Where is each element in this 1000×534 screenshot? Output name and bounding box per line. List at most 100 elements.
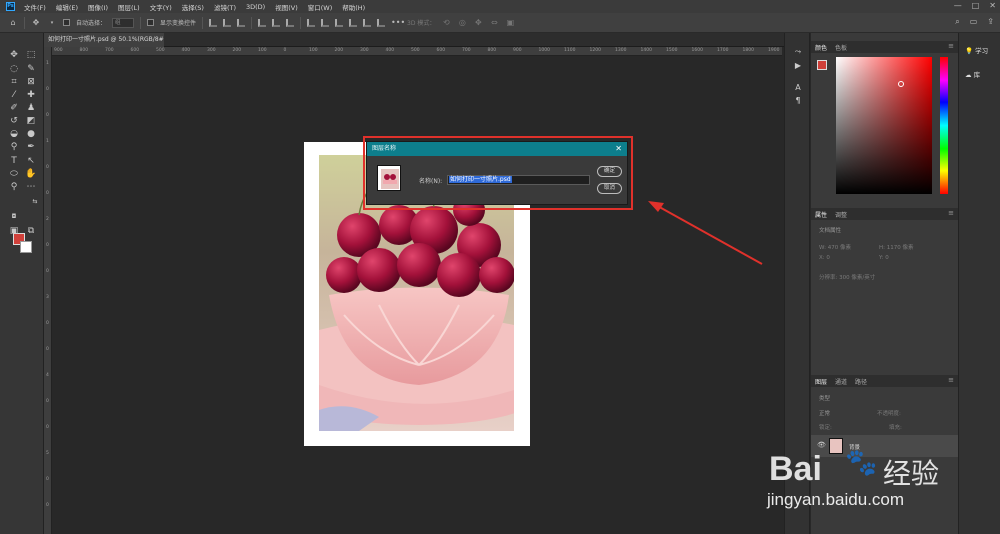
auto-select-checkbox[interactable] bbox=[63, 19, 70, 26]
align-center-icon[interactable] bbox=[223, 18, 232, 27]
tab-channels[interactable]: 通道 bbox=[835, 377, 847, 386]
learn-panel-button[interactable]: 💡 学习 bbox=[965, 45, 988, 55]
ruler-tick: 300 bbox=[207, 48, 216, 53]
frame-tool-icon[interactable]: ⊠ bbox=[24, 76, 38, 88]
align-right-icon[interactable] bbox=[237, 18, 246, 27]
shape-tool-icon[interactable]: ⬭ bbox=[7, 168, 21, 180]
zoom-tool-icon[interactable]: ⚲ bbox=[7, 181, 21, 193]
align-middle-icon[interactable] bbox=[272, 18, 281, 27]
blur-tool-icon[interactable]: ● bbox=[24, 128, 38, 140]
pen-tool-icon[interactable]: ✒ bbox=[24, 141, 38, 153]
more-tools-icon[interactable]: ⋯ bbox=[24, 181, 38, 193]
crop-tool-icon[interactable]: ⌗ bbox=[7, 76, 21, 88]
tab-swatches[interactable]: 色板 bbox=[835, 43, 847, 52]
ruler-tick: 0 bbox=[46, 243, 49, 248]
blend-mode-select[interactable]: 正常 bbox=[819, 409, 830, 417]
swap-colors-icon[interactable]: ⇆ bbox=[28, 196, 42, 208]
document-tab[interactable]: 如何打印一寸照片.psd @ 50.1%(RGB/8#) bbox=[44, 33, 164, 47]
actions-panel-icon[interactable]: ▶ bbox=[793, 61, 803, 71]
menu-view[interactable]: 视图(V) bbox=[270, 2, 303, 12]
chevron-down-icon[interactable]: ▾ bbox=[47, 18, 57, 28]
paint-bucket-icon[interactable]: ◒ bbox=[7, 128, 21, 140]
distribute-center-icon[interactable] bbox=[363, 18, 372, 27]
tab-properties[interactable]: 属性 bbox=[815, 210, 827, 219]
ruler-tick: 0 bbox=[46, 503, 49, 508]
align-top-icon[interactable] bbox=[258, 18, 267, 27]
character-panel-icon[interactable]: A bbox=[793, 83, 803, 93]
menu-select[interactable]: 选择(S) bbox=[177, 2, 209, 12]
baidu-watermark: Bai 🐾 经验 jingyan.baidu.com bbox=[765, 446, 995, 516]
marquee-tool-icon[interactable]: ⬚ bbox=[24, 49, 38, 61]
menu-3d[interactable]: 3D(D) bbox=[241, 3, 270, 11]
minimize-button[interactable]: — bbox=[954, 1, 962, 10]
3d-rotate-icon[interactable]: ⟲ bbox=[441, 18, 451, 28]
distribute-bottom-icon[interactable] bbox=[335, 18, 344, 27]
tab-adjustments[interactable]: 调整 bbox=[835, 210, 847, 219]
hue-slider[interactable] bbox=[940, 57, 948, 194]
ruler-tick: 5 bbox=[46, 451, 49, 456]
menu-file[interactable]: 文件(F) bbox=[19, 2, 51, 12]
tab-layers[interactable]: 图层 bbox=[815, 377, 827, 386]
path-select-icon[interactable]: ↖ bbox=[24, 155, 38, 167]
move-tool-icon[interactable]: ✥ bbox=[31, 18, 41, 28]
menu-image[interactable]: 图像(I) bbox=[83, 2, 113, 12]
quick-select-tool-icon[interactable]: ✎ bbox=[24, 63, 38, 75]
show-transform-checkbox[interactable] bbox=[147, 19, 155, 26]
stamp-tool-icon[interactable]: ♟ bbox=[24, 102, 38, 114]
workspace-icon[interactable]: ▭ bbox=[970, 17, 978, 27]
fill-label: 填充: bbox=[889, 425, 902, 431]
tab-paths[interactable]: 路径 bbox=[855, 377, 867, 386]
move-tool-icon[interactable]: ✥ bbox=[7, 49, 21, 61]
3d-slide-icon[interactable]: ⇔ bbox=[489, 18, 499, 28]
panel-menu-icon[interactable]: ≡ bbox=[948, 42, 954, 50]
color-picker-field[interactable] bbox=[836, 57, 932, 194]
menu-window[interactable]: 窗口(W) bbox=[303, 2, 338, 12]
more-options-icon[interactable]: ••• bbox=[391, 18, 405, 28]
distribute-right-icon[interactable] bbox=[377, 18, 386, 27]
history-brush-icon[interactable]: ↺ bbox=[7, 115, 21, 127]
color-fg-swatch[interactable] bbox=[817, 60, 827, 70]
color-picker-cursor[interactable] bbox=[898, 81, 904, 87]
paragraph-panel-icon[interactable]: ¶ bbox=[793, 96, 803, 106]
eraser-tool-icon[interactable]: ◩ bbox=[24, 115, 38, 127]
hand-tool-icon[interactable]: ✋ bbox=[24, 168, 38, 180]
distribute-top-icon[interactable] bbox=[307, 18, 316, 27]
distribute-left-icon[interactable] bbox=[349, 18, 358, 27]
distribute-middle-icon[interactable] bbox=[321, 18, 330, 27]
lasso-tool-icon[interactable]: ◌ bbox=[7, 63, 21, 75]
dodge-tool-icon[interactable]: ⚲ bbox=[7, 141, 21, 153]
3d-roll-icon[interactable]: ◎ bbox=[457, 18, 467, 28]
eyedropper-tool-icon[interactable]: ⁄ bbox=[7, 89, 21, 101]
menu-help[interactable]: 帮助(H) bbox=[337, 2, 370, 12]
screen-mode-icon[interactable]: ⧉ bbox=[24, 225, 38, 237]
close-button[interactable]: ✕ bbox=[989, 1, 996, 10]
brush-tool-icon[interactable]: ✐ bbox=[7, 102, 21, 114]
menu-layer[interactable]: 图层(L) bbox=[113, 2, 145, 12]
healing-brush-icon[interactable]: ✚ bbox=[24, 89, 38, 101]
history-panel-icon[interactable]: ⤳ bbox=[793, 47, 803, 57]
ruler-tick: 1100 bbox=[564, 48, 576, 53]
quick-mask-icon[interactable]: ▣ bbox=[7, 225, 21, 237]
ruler-tick: 0 bbox=[46, 477, 49, 482]
align-left-icon[interactable] bbox=[209, 18, 218, 27]
3d-scale-icon[interactable]: ▣ bbox=[505, 18, 515, 28]
libraries-panel-button[interactable]: ☁ 库 bbox=[965, 69, 980, 79]
layer-kind-filter[interactable]: 类型 bbox=[819, 394, 830, 402]
home-icon[interactable]: ⌂ bbox=[8, 18, 18, 28]
default-colors-icon[interactable]: ◘ bbox=[7, 211, 21, 223]
background-color-swatch[interactable] bbox=[20, 241, 32, 253]
tab-color[interactable]: 颜色 bbox=[815, 43, 827, 52]
3d-pan-icon[interactable]: ✥ bbox=[473, 18, 483, 28]
search-icon[interactable]: ⌕ bbox=[955, 17, 959, 27]
type-tool-icon[interactable]: T bbox=[7, 155, 21, 167]
ruler-tick: 1700 bbox=[717, 48, 729, 53]
align-bottom-icon[interactable] bbox=[286, 18, 295, 27]
maximize-button[interactable]: □ bbox=[972, 1, 980, 10]
auto-select-dropdown[interactable]: 组 bbox=[112, 17, 135, 28]
panel-menu-icon[interactable]: ≡ bbox=[948, 376, 954, 384]
menu-edit[interactable]: 编辑(E) bbox=[51, 2, 83, 12]
panel-menu-icon[interactable]: ≡ bbox=[948, 209, 954, 217]
share-icon[interactable]: ⇪ bbox=[987, 17, 994, 27]
menu-filter[interactable]: 滤镜(T) bbox=[209, 2, 241, 12]
menu-type[interactable]: 文字(Y) bbox=[145, 2, 177, 12]
